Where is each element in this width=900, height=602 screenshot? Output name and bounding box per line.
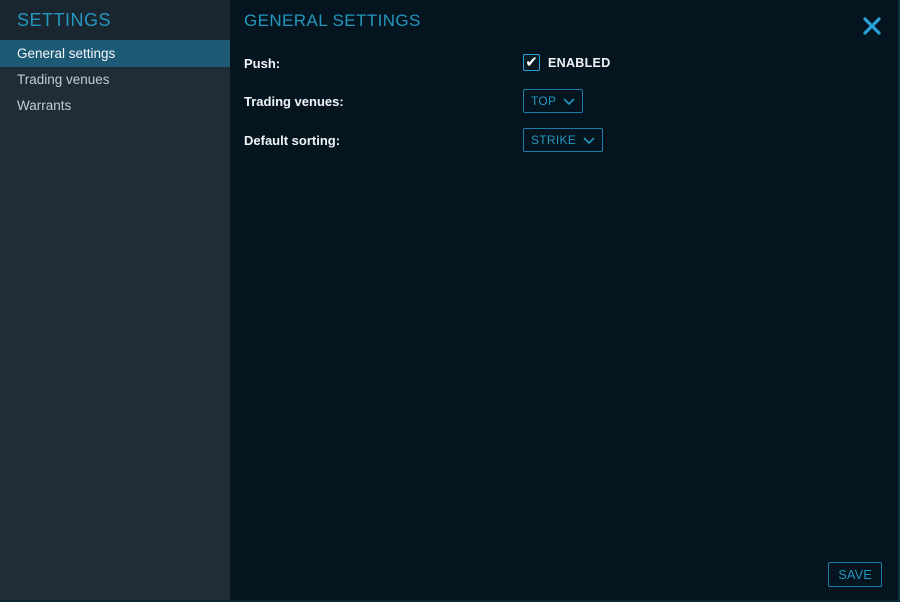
form-row-trading-venues: Trading venues: TOP bbox=[230, 88, 898, 115]
default-sorting-value: STRIKE bbox=[531, 133, 576, 147]
push-label: Push: bbox=[244, 50, 280, 77]
sidebar-item-warrants[interactable]: Warrants bbox=[0, 93, 230, 119]
default-sorting-dropdown[interactable]: STRIKE bbox=[523, 128, 603, 152]
push-enabled-value: ENABLED bbox=[548, 56, 611, 70]
sidebar-item-general-settings[interactable]: General settings bbox=[0, 40, 230, 67]
trading-venues-label: Trading venues: bbox=[244, 88, 344, 115]
sidebar-title: SETTINGS bbox=[17, 10, 111, 31]
chevron-down-icon bbox=[583, 137, 595, 144]
sidebar-items: General settings Trading venues Warrants bbox=[0, 40, 230, 119]
checkmark-glyph: ✔ bbox=[525, 55, 538, 70]
checkbox-checked-icon: ✔ bbox=[523, 54, 540, 71]
settings-sidebar: SETTINGS General settings Trading venues… bbox=[0, 0, 230, 600]
form-row-default-sorting: Default sorting: STRIKE bbox=[230, 127, 898, 154]
default-sorting-label: Default sorting: bbox=[244, 127, 340, 154]
close-button[interactable] bbox=[860, 15, 884, 39]
push-enabled-checkbox[interactable]: ✔ ENABLED bbox=[523, 54, 611, 71]
save-button[interactable]: SAVE bbox=[828, 562, 882, 587]
sidebar-item-trading-venues[interactable]: Trading venues bbox=[0, 67, 230, 93]
trading-venues-value: TOP bbox=[531, 94, 556, 108]
general-settings-panel: GENERAL SETTINGS Push: ✔ ENABLED bbox=[230, 0, 898, 600]
sidebar-item-label: General settings bbox=[17, 46, 115, 61]
trading-venues-dropdown[interactable]: TOP bbox=[523, 89, 583, 113]
sidebar-header: SETTINGS bbox=[0, 0, 230, 40]
page-title: GENERAL SETTINGS bbox=[244, 11, 421, 31]
form-row-push: Push: ✔ ENABLED bbox=[230, 50, 898, 77]
sidebar-item-label: Trading venues bbox=[17, 72, 110, 87]
settings-dialog: SETTINGS General settings Trading venues… bbox=[0, 0, 900, 602]
close-icon bbox=[862, 16, 882, 39]
chevron-down-icon bbox=[563, 98, 575, 105]
sidebar-item-label: Warrants bbox=[17, 98, 71, 113]
